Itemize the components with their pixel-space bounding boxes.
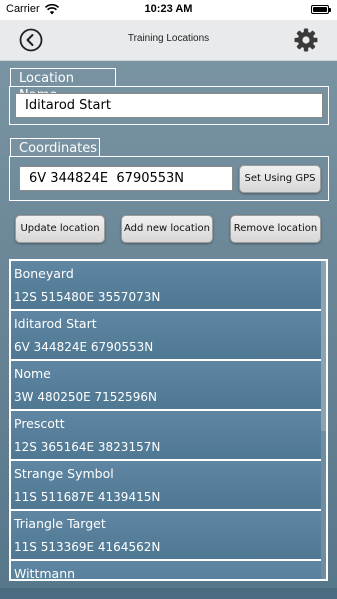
coordinates-label: Coordinates [10, 138, 100, 157]
page-title: Training Locations [127, 33, 210, 44]
location-name: Strange Symbol [14, 466, 114, 481]
location-coordinates: 11S 511687E 4139415N [14, 490, 161, 504]
update-location-button[interactable]: Update location [15, 215, 105, 243]
list-item[interactable]: Boneyard 12S 515480E 3557073N [11, 261, 321, 311]
battery-icon [311, 5, 331, 14]
coordinates-field[interactable] [19, 166, 233, 191]
list-item[interactable]: Triangle Target 11S 513369E 4164562N [11, 511, 321, 561]
list-item[interactable]: Nome 3W 480250E 7152596N [11, 361, 321, 411]
bottom-edge [0, 588, 337, 599]
add-new-location-button[interactable]: Add new location [121, 215, 213, 243]
navigation-bar: Training Locations [0, 20, 337, 61]
set-using-gps-button[interactable]: Set Using GPS [239, 165, 321, 193]
location-name-label: Location Name [10, 68, 116, 103]
clock: 10:23 AM [144, 3, 193, 15]
remove-location-button[interactable]: Remove location [230, 215, 321, 243]
location-name: Iditarod Start [14, 316, 97, 331]
list-item[interactable]: Strange Symbol 11S 511687E 4139415N [11, 461, 321, 511]
location-coordinates: 3W 480250E 7152596N [14, 390, 157, 404]
locations-list[interactable]: Boneyard 12S 515480E 3557073N Iditarod S… [9, 259, 328, 581]
list-item[interactable]: Wittmann [11, 561, 321, 581]
list-item[interactable]: Iditarod Start 6V 344824E 6790553N [11, 311, 321, 361]
location-name: Wittmann [14, 566, 76, 581]
gear-icon[interactable] [293, 27, 319, 53]
location-name: Boneyard [14, 266, 74, 281]
location-name: Nome [14, 366, 51, 381]
coordinates-group: Set Using GPS [9, 156, 329, 201]
list-scroll-thumb[interactable] [321, 261, 326, 431]
location-coordinates: 12S 365164E 3823157N [14, 440, 161, 454]
list-item[interactable]: Prescott 12S 365164E 3823157N [11, 411, 321, 461]
location-coordinates: 11S 513369E 4164562N [14, 540, 161, 554]
status-bar: Carrier 10:23 AM [0, 0, 337, 20]
location-name-group [9, 86, 329, 125]
location-coordinates: 12S 515480E 3557073N [14, 290, 161, 304]
location-name: Prescott [14, 416, 65, 431]
location-name: Triangle Target [14, 516, 106, 531]
location-name-field[interactable] [15, 93, 323, 118]
list-scrollbar[interactable] [321, 261, 326, 579]
location-coordinates: 6V 344824E 6790553N [14, 340, 154, 354]
